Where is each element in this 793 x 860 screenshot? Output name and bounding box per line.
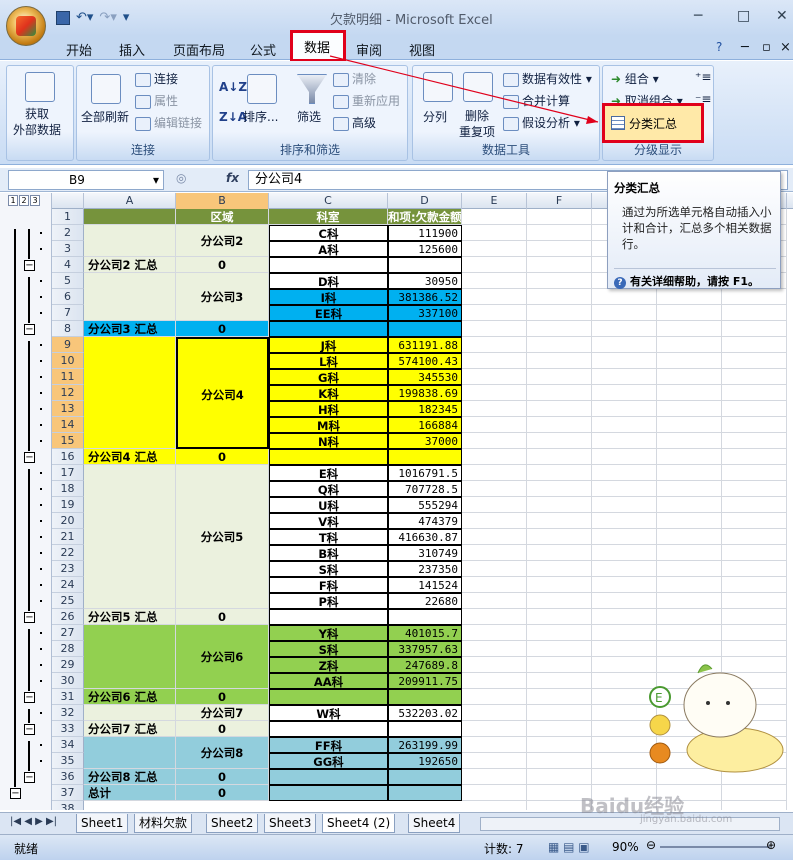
annotation-arrow	[329, 55, 599, 124]
